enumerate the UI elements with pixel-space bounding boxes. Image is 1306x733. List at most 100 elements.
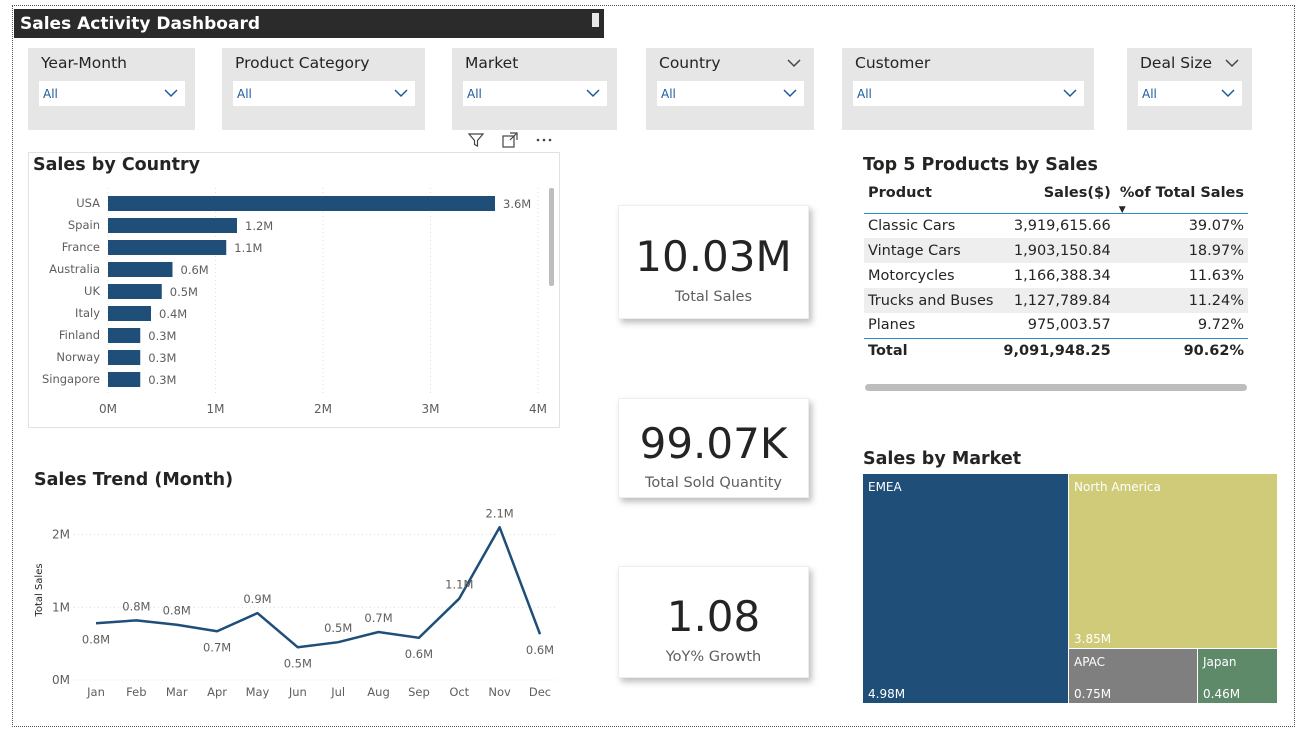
bar[interactable]: [108, 240, 227, 255]
bar[interactable]: [108, 262, 173, 277]
slicer-label: Country: [659, 54, 721, 72]
y-tick-label: 0M: [52, 673, 70, 687]
x-tick-label: May: [246, 685, 270, 699]
category-label: Spain: [68, 218, 100, 232]
dropdown-value: All: [857, 87, 872, 101]
bar[interactable]: [108, 350, 141, 365]
chevron-down-icon[interactable]: [1224, 56, 1240, 70]
table-row[interactable]: Classic Cars 3,919,615.66 39.07%: [864, 213, 1248, 238]
treemap-tile-north-america[interactable]: North America 3.85M: [1069, 474, 1277, 648]
cell-sales: 1,166,388.34: [1013, 267, 1111, 284]
product-category-dropdown[interactable]: All: [233, 81, 415, 106]
y-axis-title: Total Sales: [34, 563, 45, 617]
yoy-growth-card[interactable]: 1.08 YoY% Growth: [618, 566, 809, 678]
data-label: 0.4M: [159, 307, 187, 321]
x-tick-label: Sep: [408, 685, 430, 699]
x-tick-label: Apr: [207, 685, 227, 699]
data-label: 2.1M: [486, 506, 514, 520]
x-tick-label: 0M: [99, 402, 117, 416]
treemap-tile-emea[interactable]: EMEA 4.98M: [863, 474, 1068, 703]
cell-product: Vintage Cars: [864, 238, 999, 263]
dropdown-value: All: [237, 87, 252, 101]
data-label: 0.7M: [364, 611, 392, 625]
dropdown-value: All: [467, 87, 482, 101]
y-tick-label: 1M: [52, 600, 70, 614]
column-header-sales[interactable]: Sales($): [998, 183, 1115, 214]
market-dropdown[interactable]: All: [463, 81, 607, 106]
deal-size-dropdown[interactable]: All: [1138, 81, 1242, 106]
cell-pct: 11.63%: [1188, 267, 1244, 284]
country-dropdown[interactable]: All: [657, 81, 804, 106]
data-label: 0.7M: [203, 640, 231, 654]
slicer-customer: Customer All: [842, 48, 1094, 130]
table-row[interactable]: Vintage Cars 1,903,150.84 18.97%: [864, 238, 1248, 263]
bar[interactable]: [108, 306, 151, 321]
tile-value: 4.98M: [868, 687, 906, 701]
x-tick-label: Dec: [529, 685, 551, 699]
sort-descending-icon: ▼: [1118, 204, 1126, 215]
card-value: 1.08: [666, 592, 761, 641]
chevron-down-icon: [1221, 89, 1235, 98]
cell-sales: 1,903,150.84: [998, 238, 1115, 263]
treemap-tile-japan[interactable]: Japan 0.46M: [1198, 649, 1277, 703]
bar[interactable]: [108, 328, 141, 343]
data-label: 1.1M: [234, 241, 262, 255]
x-tick-label: Nov: [488, 685, 511, 699]
x-tick-label: Oct: [449, 685, 469, 699]
slicer-label: Deal Size: [1140, 54, 1213, 72]
bar[interactable]: [108, 372, 141, 387]
column-header-product[interactable]: Product: [864, 183, 999, 214]
table-horizontal-scrollbar[interactable]: [865, 384, 1247, 391]
grip-handle[interactable]: [592, 13, 599, 27]
slicer-product-category: Product Category All: [222, 48, 425, 130]
table-row[interactable]: Planes 975,003.57 9.72%: [864, 313, 1248, 338]
x-tick-label: Jun: [288, 685, 307, 699]
x-tick-label: Mar: [166, 685, 188, 699]
table-row[interactable]: Trucks and Buses 1,127,789.84 11.24%: [864, 288, 1248, 313]
cell-total-label: Total: [864, 337, 999, 363]
x-tick-label: 3M: [422, 402, 440, 416]
data-label: 0.8M: [122, 599, 150, 613]
sales-trend-chart: 0M 1M 2M Total Sales Jan 0.8M Feb 0.8M Mar 0.8M Ap…: [34, 506, 558, 699]
more-options-icon[interactable]: [532, 128, 556, 152]
cell-sales: 1,127,789.84: [998, 288, 1115, 313]
chevron-down-icon: [1063, 89, 1077, 98]
tile-name: Japan: [1203, 655, 1237, 669]
column-header-pct[interactable]: %of Total Sales ▼: [1114, 183, 1248, 215]
chevron-down-icon: [164, 89, 178, 98]
column-header-pct-label: %of Total Sales: [1119, 185, 1244, 201]
top5-title: Top 5 Products by Sales: [863, 155, 1098, 175]
focus-mode-icon[interactable]: [498, 128, 522, 152]
bar[interactable]: [108, 196, 495, 211]
bar[interactable]: [108, 218, 237, 233]
x-tick-label: 1M: [207, 402, 225, 416]
tile-name: EMEA: [868, 480, 902, 494]
chevron-down-icon[interactable]: [786, 56, 802, 70]
series-line[interactable]: [95, 526, 542, 649]
total-row: Total 9,091,948.25 90.62%: [864, 337, 1248, 363]
chevron-down-icon: [394, 89, 408, 98]
total-sales-card[interactable]: 10.03M Total Sales: [618, 205, 809, 319]
cell-product: Classic Cars: [868, 217, 956, 234]
cell-pct: 18.97%: [1114, 238, 1248, 263]
cell-sales: 975,003.57: [1027, 317, 1111, 334]
data-label: 0.3M: [148, 373, 176, 387]
sales-by-country-chart: 0M 1M 2M 3M 4M USA 3.6M Spain 1.2M France 1.1M Aust…: [42, 188, 554, 416]
total-sold-quantity-card[interactable]: 99.07K Total Sold Quantity: [618, 398, 809, 498]
bar[interactable]: [108, 284, 162, 299]
table-row[interactable]: Motorcycles 1,166,388.34 11.63%: [864, 263, 1248, 288]
x-tick-label: Feb: [126, 685, 146, 699]
category-label: Finland: [59, 328, 100, 342]
top5-products-table: Product Sales($) %of Total Sales ▼ Classi…: [864, 183, 1248, 363]
slicer-country: Country All: [646, 48, 814, 130]
category-label: USA: [76, 196, 100, 210]
year-month-dropdown[interactable]: All: [39, 81, 185, 106]
filter-icon[interactable]: [464, 128, 488, 152]
customer-dropdown[interactable]: All: [853, 81, 1084, 106]
cell-product: Motorcycles: [868, 267, 955, 284]
card-caption: Total Sold Quantity: [644, 475, 783, 491]
slicer-market: Market All: [452, 48, 617, 130]
vertical-scrollbar[interactable]: [549, 188, 554, 286]
cell-pct: 39.07%: [1188, 217, 1244, 234]
treemap-tile-apac[interactable]: APAC 0.75M: [1069, 649, 1197, 703]
